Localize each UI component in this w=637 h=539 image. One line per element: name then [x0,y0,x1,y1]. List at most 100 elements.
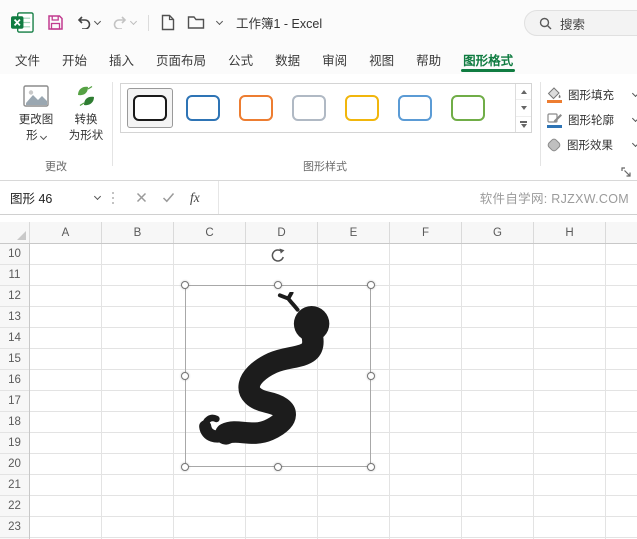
snake-graphic[interactable] [192,290,364,460]
select-all-corner[interactable] [0,222,30,243]
tab-data[interactable]: 数据 [264,45,311,74]
search-input[interactable]: 搜索 [524,10,637,36]
shape-style-swatch-black[interactable] [127,88,173,128]
tab-insert[interactable]: 插入 [98,45,145,74]
row-header-11[interactable]: 11 [0,265,29,286]
column-header-E[interactable]: E [318,222,390,243]
customize-toolbar-button[interactable] [215,17,224,25]
triangle-up-icon [520,89,527,94]
cancel-icon[interactable] [136,192,147,203]
gallery-scroll-up-button[interactable] [516,84,531,99]
selected-shape-snake[interactable] [181,248,375,471]
tab-file[interactable]: 文件 [4,45,51,74]
excel-window: 工作簿1 - Excel 搜索 文件 开始 插入 页面布局 公式 数据 审阅 视… [0,0,637,539]
change-graphic-button[interactable]: 更改图 形 [12,80,60,154]
undo-dropdown-icon[interactable] [93,17,102,25]
tab-formulas[interactable]: 公式 [217,45,264,74]
gallery-scroll-strip [515,84,531,132]
swatch-preview [345,95,379,121]
redo-dropdown-icon[interactable] [129,17,138,25]
resize-handle-bottom-middle[interactable] [274,463,282,471]
column-header-A[interactable]: A [30,222,102,243]
tab-help[interactable]: 帮助 [405,45,452,74]
convert-to-shape-label: 转换 为形状 [68,114,104,142]
convert-to-shape-button[interactable]: 转换 为形状 [62,80,110,154]
row-header-14[interactable]: 14 [0,328,29,349]
tab-review[interactable]: 审阅 [311,45,358,74]
resize-handle-top-right[interactable] [367,281,375,289]
tab-home[interactable]: 开始 [51,45,98,74]
resize-handle-middle-right[interactable] [367,372,375,380]
gallery-more-button[interactable] [516,115,531,132]
row-header-23[interactable]: 23 [0,517,29,538]
row-header-20[interactable]: 20 [0,454,29,475]
shape-fill-label: 图形填充 [568,90,614,102]
shape-style-swatch-blue[interactable] [180,88,226,128]
undo-button[interactable] [76,16,102,29]
shape-style-swatch-gold[interactable] [339,88,385,128]
shape-fill-button[interactable]: 图形填充 [546,84,637,106]
resize-handle-bottom-left[interactable] [181,463,189,471]
column-header-F[interactable]: F [390,222,462,243]
row-header-13[interactable]: 13 [0,307,29,328]
shape-style-swatch-green[interactable] [445,88,491,128]
column-header-G[interactable]: G [462,222,534,243]
shape-outline-button[interactable]: 图形轮廓 [546,109,637,131]
shape-style-swatch-gray[interactable] [286,88,332,128]
row-header-10[interactable]: 10 [0,244,29,265]
column-header-H[interactable]: H [534,222,606,243]
row-header-19[interactable]: 19 [0,433,29,454]
resize-handle-bottom-right[interactable] [367,463,375,471]
shape-effects-button[interactable]: 图形效果 [546,134,637,156]
open-folder-icon [187,16,205,29]
dialog-launcher-button[interactable] [621,167,633,179]
resize-handle-top-middle[interactable] [274,281,282,289]
row-header-15[interactable]: 15 [0,349,29,370]
resize-handle-top-left[interactable] [181,281,189,289]
formula-bar: 图形 46 fx 软件自学网: RJZXW.COM [0,181,637,215]
effects-icon [547,138,561,152]
shape-style-swatch-orange[interactable] [233,88,279,128]
gallery-more-icon [520,123,527,128]
rotate-icon [271,248,285,262]
swatch-preview [186,95,220,121]
column-header-D[interactable]: D [246,222,318,243]
swatch-preview [292,95,326,121]
resize-handle-middle-left[interactable] [181,372,189,380]
column-header-B[interactable]: B [102,222,174,243]
column-header-C[interactable]: C [174,222,246,243]
tab-page-layout[interactable]: 页面布局 [145,45,217,74]
shape-style-swatch-lightblue[interactable] [392,88,438,128]
name-box[interactable]: 图形 46 [0,188,102,207]
shape-effects-label: 图形效果 [567,140,613,152]
insert-function-button[interactable]: fx [190,190,200,206]
search-placeholder: 搜索 [560,17,586,32]
quick-access-toolbar [0,11,224,34]
window-title: 工作簿1 - Excel [236,17,323,31]
shape-outline-label: 图形轮廓 [568,115,614,127]
open-file-button[interactable] [187,15,205,30]
rotate-handle[interactable] [270,248,286,264]
row-headers: 10 11 12 13 14 15 16 17 18 19 20 21 22 2… [0,244,30,539]
name-box-dropdown-icon[interactable] [93,192,102,200]
tab-view[interactable]: 视图 [358,45,405,74]
row-header-18[interactable]: 18 [0,412,29,433]
tab-graphics-format[interactable]: 图形格式 [452,45,524,74]
chevron-down-icon [215,17,224,25]
redo-button[interactable] [112,16,138,29]
enter-check-icon[interactable] [162,192,175,203]
row-header-22[interactable]: 22 [0,496,29,517]
swatch-preview [398,95,432,121]
swatch-preview [451,95,485,121]
name-box-value: 图形 46 [10,192,53,206]
row-header-17[interactable]: 17 [0,391,29,412]
gallery-scroll-down-button[interactable] [516,99,531,115]
row-header-16[interactable]: 16 [0,370,29,391]
swatch-preview [133,95,167,121]
new-file-button[interactable] [161,14,175,31]
save-button[interactable] [47,14,64,31]
column-header-partial[interactable] [606,222,637,243]
row-header-12[interactable]: 12 [0,286,29,307]
row-header-21[interactable]: 21 [0,475,29,496]
new-file-icon [161,14,175,31]
